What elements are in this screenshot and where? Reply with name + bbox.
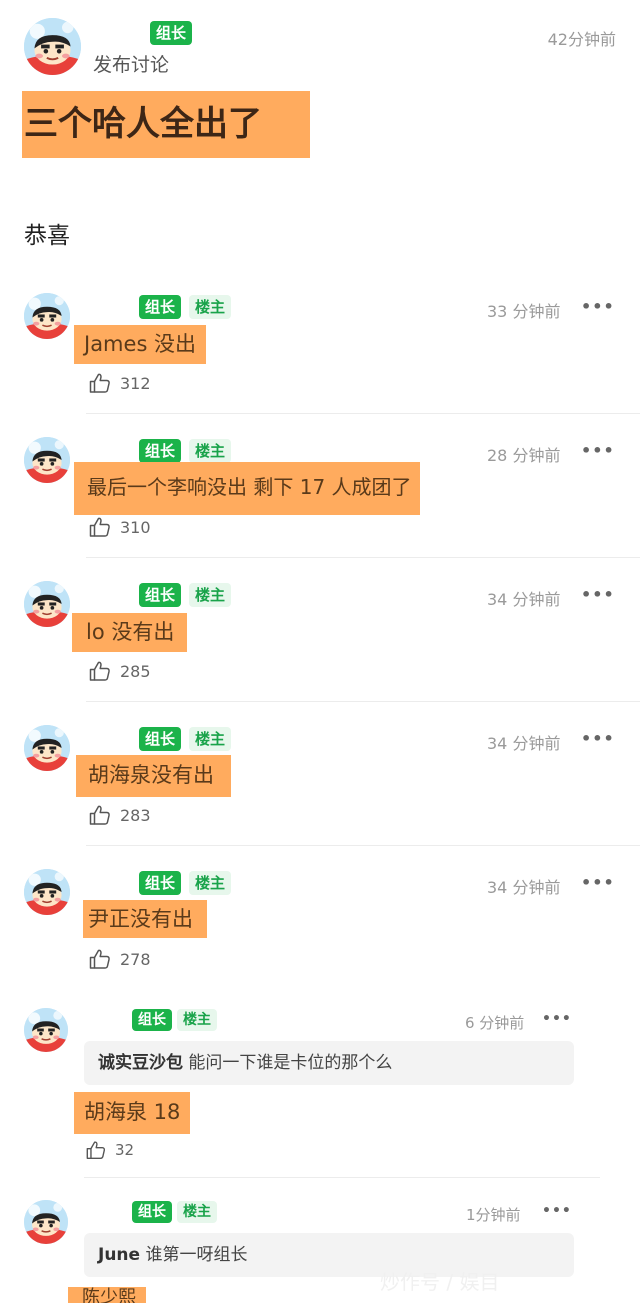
- like-button[interactable]: 285: [88, 659, 151, 683]
- comment-text: 胡海泉没有出: [76, 755, 231, 797]
- like-button[interactable]: 278: [88, 947, 151, 971]
- quoted-reply[interactable]: June 谁第一呀组长: [84, 1233, 574, 1277]
- comment-avatar[interactable]: [24, 869, 70, 915]
- group-leader-badge: 组长: [132, 1201, 172, 1223]
- divider: [84, 1177, 600, 1178]
- comment-avatar[interactable]: [24, 1008, 68, 1052]
- author-avatar[interactable]: [24, 18, 81, 75]
- comment-avatar[interactable]: [24, 293, 70, 339]
- thumbs-up-icon: [85, 1139, 107, 1161]
- op-badge: 楼主: [189, 871, 232, 895]
- like-count: 310: [120, 517, 151, 537]
- op-badge: 楼主: [189, 583, 232, 607]
- comment-time: 34 分钟前: [487, 734, 561, 753]
- like-button[interactable]: 283: [88, 803, 151, 827]
- more-options-icon[interactable]: •••: [581, 873, 615, 892]
- post-action-label: 发布讨论: [93, 54, 170, 76]
- op-badge: 楼主: [189, 295, 232, 319]
- comment-time: 28 分钟前: [487, 446, 561, 465]
- more-options-icon[interactable]: •••: [581, 297, 615, 316]
- comment-avatar[interactable]: [24, 437, 70, 483]
- like-count: 278: [120, 949, 151, 969]
- more-options-icon[interactable]: •••: [581, 585, 615, 604]
- comment-time: 1分钟前: [466, 1206, 521, 1224]
- group-leader-badge: 组长: [139, 295, 182, 319]
- group-leader-badge: 组长: [139, 583, 182, 607]
- comment-avatar[interactable]: [24, 581, 70, 627]
- op-badge: 楼主: [177, 1009, 217, 1031]
- more-options-icon[interactable]: •••: [542, 1203, 572, 1219]
- comment-time: 6 分钟前: [465, 1014, 525, 1032]
- thumbs-up-icon: [88, 803, 112, 827]
- group-leader-badge: 组长: [139, 871, 182, 895]
- like-button[interactable]: 310: [88, 515, 151, 539]
- op-badge: 楼主: [189, 727, 232, 751]
- divider: [86, 413, 640, 414]
- comment-text: 最后一个李响没出 剩下 17 人成团了: [74, 462, 420, 515]
- thumbs-up-icon: [88, 515, 112, 539]
- like-count: 285: [120, 661, 151, 681]
- comment-avatar[interactable]: [24, 725, 70, 771]
- comment-text: lo 没有出: [72, 613, 188, 652]
- post-title: 三个哈人全出了: [22, 91, 310, 158]
- group-leader-badge: 组长: [139, 727, 182, 751]
- thumbs-up-icon: [88, 371, 112, 395]
- group-leader-badge: 组长: [150, 21, 193, 45]
- comment-text: 陈少熙: [68, 1287, 146, 1303]
- op-badge: 楼主: [177, 1201, 217, 1223]
- quoted-user: June: [98, 1245, 141, 1265]
- more-options-icon[interactable]: •••: [581, 729, 615, 748]
- like-count: 283: [120, 805, 151, 825]
- like-count: 32: [115, 1141, 135, 1159]
- more-options-icon[interactable]: •••: [542, 1011, 572, 1027]
- quoted-user: 诚实豆沙包: [98, 1053, 183, 1073]
- quoted-reply[interactable]: 诚实豆沙包 能问一下谁是卡位的那个么: [84, 1041, 574, 1085]
- like-button[interactable]: 32: [85, 1139, 134, 1161]
- quoted-text: 能问一下谁是卡位的那个么: [188, 1053, 393, 1073]
- comment-time: 34 分钟前: [487, 878, 561, 897]
- quoted-text: 谁第一呀组长: [145, 1245, 248, 1265]
- divider: [86, 701, 640, 702]
- comment-time: 33 分钟前: [487, 302, 561, 321]
- post-body: 恭喜: [24, 223, 70, 249]
- op-badge: 楼主: [189, 439, 232, 463]
- comment-text: 尹正没有出: [83, 900, 207, 938]
- more-options-icon[interactable]: •••: [581, 441, 615, 460]
- thumbs-up-icon: [88, 659, 112, 683]
- post-time: 42分钟前: [547, 30, 616, 49]
- watermark: 炒作号 / 娱目: [380, 1270, 500, 1294]
- thumbs-up-icon: [88, 947, 112, 971]
- comment-text: James 没出: [74, 325, 207, 364]
- comment-time: 34 分钟前: [487, 590, 561, 609]
- like-count: 312: [120, 373, 151, 393]
- divider: [86, 845, 640, 846]
- group-leader-badge: 组长: [132, 1009, 172, 1031]
- like-button[interactable]: 312: [88, 371, 151, 395]
- comment-avatar[interactable]: [24, 1200, 68, 1244]
- comment-text: 胡海泉 18: [74, 1092, 191, 1134]
- divider: [86, 557, 640, 558]
- group-leader-badge: 组长: [139, 439, 182, 463]
